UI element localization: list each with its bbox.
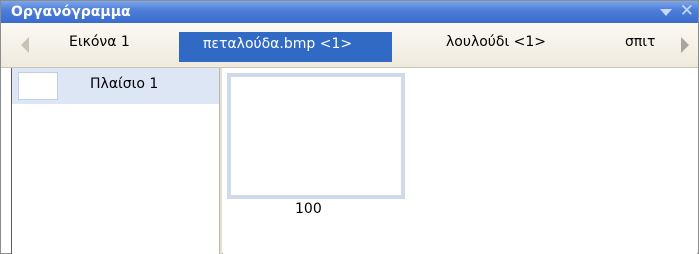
frame-thumbnail: [18, 72, 58, 100]
tab-petalouda[interactable]: πεταλούδα.bmp <1>: [179, 32, 392, 62]
frame-item-1[interactable]: Πλαίσιο 1: [12, 68, 219, 104]
frame-label: Πλαίσιο 1: [90, 76, 159, 92]
thumbnail-label: 100: [295, 201, 322, 217]
image-thumbnail[interactable]: [227, 73, 405, 199]
tab-petalouda-label: πεταλούδα.bmp <1>: [203, 36, 353, 52]
organogram-panel: Οργανόγραμμα ✕ Εικόνα 1 πεταλούδα.bmp <1…: [0, 0, 699, 254]
frames-list: Πλαίσιο 1: [11, 68, 219, 254]
tab-eikona-1[interactable]: Εικόνα 1: [69, 34, 130, 54]
thumbnail-area: 100: [223, 68, 697, 254]
tab-louloudi[interactable]: λουλούδι <1>: [446, 34, 546, 54]
panel-titlebar[interactable]: Οργανόγραμμα ✕: [1, 1, 698, 23]
panel-title: Οργανόγραμμα: [11, 4, 131, 20]
document-tab-bar: Εικόνα 1 πεταλούδα.bmp <1> λουλούδι <1> …: [1, 23, 698, 68]
tab-spiti[interactable]: σπιτ: [625, 34, 655, 54]
chevron-down-icon[interactable]: [660, 9, 672, 16]
scroll-right-icon[interactable]: [681, 37, 689, 53]
splitter[interactable]: [219, 68, 222, 254]
close-icon[interactable]: ✕: [680, 2, 694, 20]
scroll-left-icon[interactable]: [21, 37, 29, 53]
